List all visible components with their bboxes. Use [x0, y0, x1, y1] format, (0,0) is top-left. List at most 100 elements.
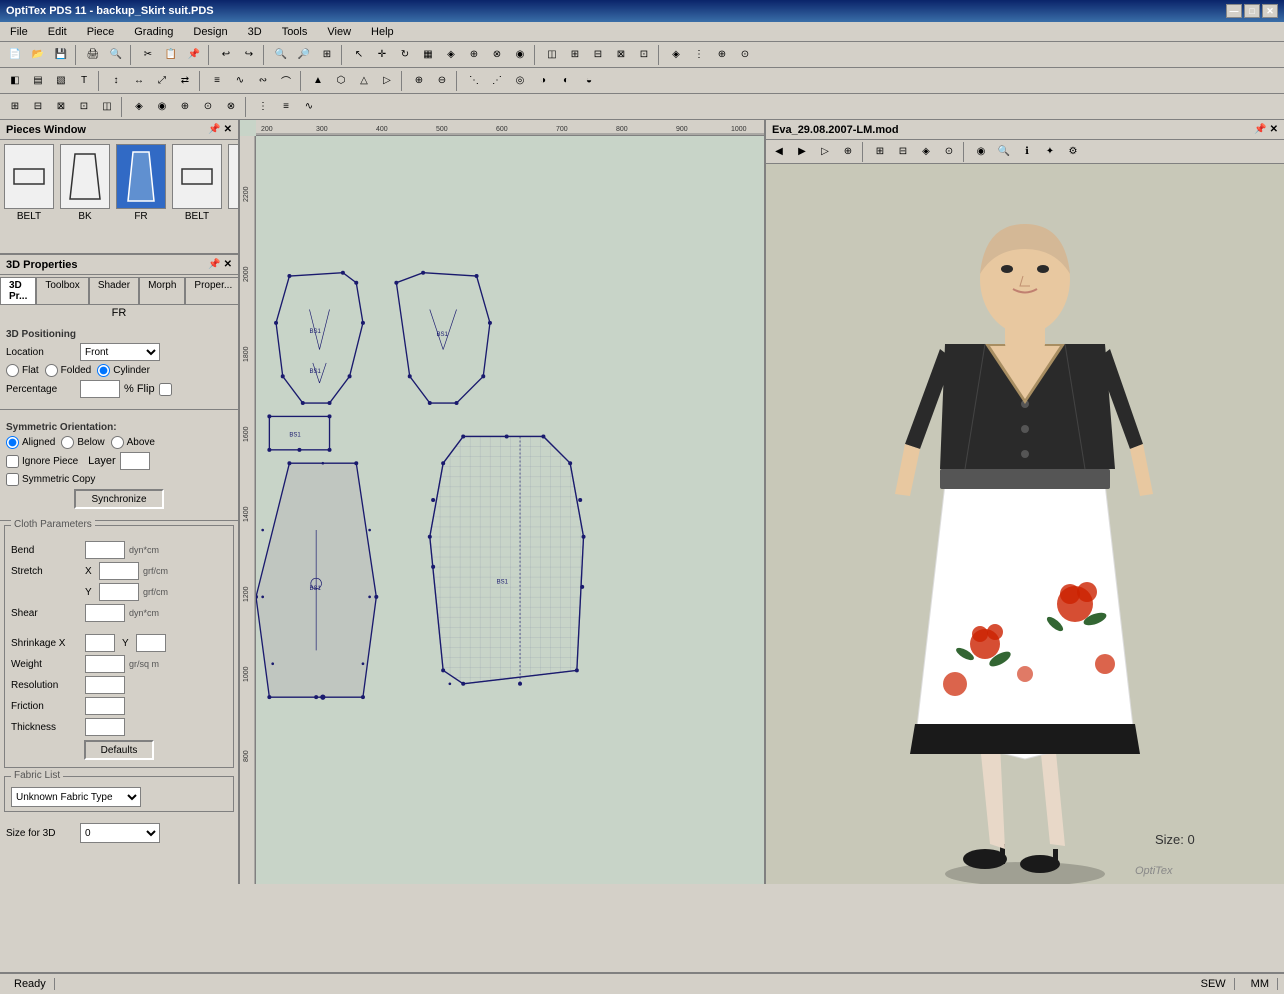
- tb2-6[interactable]: ↔: [128, 70, 150, 92]
- piece-item-fr1[interactable]: FR1: [228, 144, 238, 246]
- flat-radio[interactable]: [6, 364, 19, 377]
- props-pin[interactable]: 📌: [208, 259, 220, 270]
- print-preview[interactable]: 🔍: [105, 44, 127, 66]
- 3d-tb3[interactable]: ▷: [814, 141, 836, 163]
- open-button[interactable]: 📂: [27, 44, 49, 66]
- tb2-16[interactable]: ▷: [376, 70, 398, 92]
- tb18[interactable]: ⋮: [688, 44, 710, 66]
- menu-edit[interactable]: Edit: [42, 24, 73, 40]
- resolution-input[interactable]: 1: [85, 676, 125, 694]
- shrinkage-y-input[interactable]: 0: [136, 634, 166, 652]
- tb12[interactable]: ◫: [541, 44, 563, 66]
- tb2-11[interactable]: ∾: [252, 70, 274, 92]
- rotate-tool[interactable]: ↻: [394, 44, 416, 66]
- menu-file[interactable]: File: [4, 24, 34, 40]
- shrinkage-x-input[interactable]: 0: [85, 634, 115, 652]
- menu-view[interactable]: View: [321, 24, 357, 40]
- tab-toolbox[interactable]: Toolbox: [36, 277, 88, 304]
- zoom-out[interactable]: 🔎: [293, 44, 315, 66]
- 3d-tb11[interactable]: ℹ: [1016, 141, 1038, 163]
- tb16[interactable]: ⊡: [633, 44, 655, 66]
- redo-button[interactable]: ↪: [238, 44, 260, 66]
- tb15[interactable]: ⊠: [610, 44, 632, 66]
- zoom-in[interactable]: 🔍: [270, 44, 292, 66]
- 3d-tb12[interactable]: ✦: [1039, 141, 1061, 163]
- tb2-22[interactable]: ◑: [532, 70, 554, 92]
- folded-radio[interactable]: [45, 364, 58, 377]
- tb3-7[interactable]: ◉: [151, 96, 173, 118]
- tb3-2[interactable]: ⊟: [27, 96, 49, 118]
- tb2-14[interactable]: ⬡: [330, 70, 352, 92]
- percentage-input[interactable]: 0: [80, 380, 120, 398]
- piece-item-belt2[interactable]: BELT: [172, 144, 222, 246]
- tb3-8[interactable]: ⊕: [174, 96, 196, 118]
- tb20[interactable]: ⊙: [734, 44, 756, 66]
- flat-radio-label[interactable]: Flat: [6, 364, 39, 377]
- view-3d-pin[interactable]: 📌: [1254, 124, 1266, 135]
- shear-input[interactable]: 300: [85, 604, 125, 622]
- tb3-1[interactable]: ⊞: [4, 96, 26, 118]
- props-close[interactable]: ✕: [224, 259, 232, 270]
- maximize-button[interactable]: □: [1244, 4, 1260, 18]
- tb3-10[interactable]: ⊗: [220, 96, 242, 118]
- sym-copy-checkbox[interactable]: [6, 473, 19, 486]
- tb13[interactable]: ⊞: [564, 44, 586, 66]
- size-3d-select[interactable]: 0: [80, 823, 160, 843]
- 3d-tb7[interactable]: ◈: [915, 141, 937, 163]
- tb11[interactable]: ◉: [509, 44, 531, 66]
- defaults-button[interactable]: Defaults: [84, 740, 154, 760]
- tb8[interactable]: ◈: [440, 44, 462, 66]
- menu-design[interactable]: Design: [187, 24, 233, 40]
- cylinder-radio-label[interactable]: Cylinder: [97, 364, 150, 377]
- zoom-fit[interactable]: ⊞: [316, 44, 338, 66]
- sym-copy-label[interactable]: Symmetric Copy: [6, 473, 95, 486]
- ignore-piece-label[interactable]: Ignore Piece: [6, 455, 78, 468]
- menu-help[interactable]: Help: [365, 24, 400, 40]
- tb2-4[interactable]: T: [73, 70, 95, 92]
- tb3-6[interactable]: ◈: [128, 96, 150, 118]
- aligned-radio[interactable]: [6, 436, 19, 449]
- piece-item-bk[interactable]: BK: [60, 144, 110, 246]
- tb14[interactable]: ⊟: [587, 44, 609, 66]
- pieces-window-close[interactable]: ✕: [224, 124, 232, 135]
- view-3d-close[interactable]: ✕: [1270, 124, 1278, 135]
- tb2-7[interactable]: ⤢: [151, 70, 173, 92]
- tab-morph[interactable]: Morph: [139, 277, 185, 304]
- thickness-input[interactable]: 0.05: [85, 718, 125, 736]
- menu-tools[interactable]: Tools: [276, 24, 314, 40]
- pattern-canvas[interactable]: BS1 BS1: [256, 136, 764, 884]
- stretch-y-input[interactable]: 500: [99, 583, 139, 601]
- tb2-5[interactable]: ↕: [105, 70, 127, 92]
- piece-item-fr[interactable]: FR: [116, 144, 166, 246]
- tb2-10[interactable]: ∿: [229, 70, 251, 92]
- save-button[interactable]: 💾: [50, 44, 72, 66]
- tab-shader[interactable]: Shader: [89, 277, 139, 304]
- tb2-1[interactable]: ◧: [4, 70, 26, 92]
- tb7[interactable]: ▦: [417, 44, 439, 66]
- tab-proper[interactable]: Proper...: [185, 277, 240, 304]
- fabric-select[interactable]: Unknown Fabric Type: [11, 787, 141, 807]
- tb19[interactable]: ⊕: [711, 44, 733, 66]
- folded-radio-label[interactable]: Folded: [45, 364, 92, 377]
- close-button[interactable]: ✕: [1262, 4, 1278, 18]
- cut-button[interactable]: ✂: [137, 44, 159, 66]
- tb9[interactable]: ⊕: [463, 44, 485, 66]
- move-tool[interactable]: ✛: [371, 44, 393, 66]
- paste-button[interactable]: 📌: [183, 44, 205, 66]
- tb2-9[interactable]: ≡: [206, 70, 228, 92]
- cylinder-radio[interactable]: [97, 364, 110, 377]
- menu-piece[interactable]: Piece: [81, 24, 121, 40]
- 3d-tb10[interactable]: 🔍: [993, 141, 1015, 163]
- tb3-9[interactable]: ⊙: [197, 96, 219, 118]
- tb3-13[interactable]: ∿: [298, 96, 320, 118]
- below-radio[interactable]: [61, 436, 74, 449]
- tb2-20[interactable]: ⋰: [486, 70, 508, 92]
- tb2-13[interactable]: ▲: [307, 70, 329, 92]
- tb2-21[interactable]: ◎: [509, 70, 531, 92]
- above-radio[interactable]: [111, 436, 124, 449]
- ignore-piece-checkbox[interactable]: [6, 455, 19, 468]
- tb2-19[interactable]: ⋱: [463, 70, 485, 92]
- tb2-8[interactable]: ⇄: [174, 70, 196, 92]
- tb3-5[interactable]: ◫: [96, 96, 118, 118]
- pieces-window-pin[interactable]: 📌: [208, 124, 220, 135]
